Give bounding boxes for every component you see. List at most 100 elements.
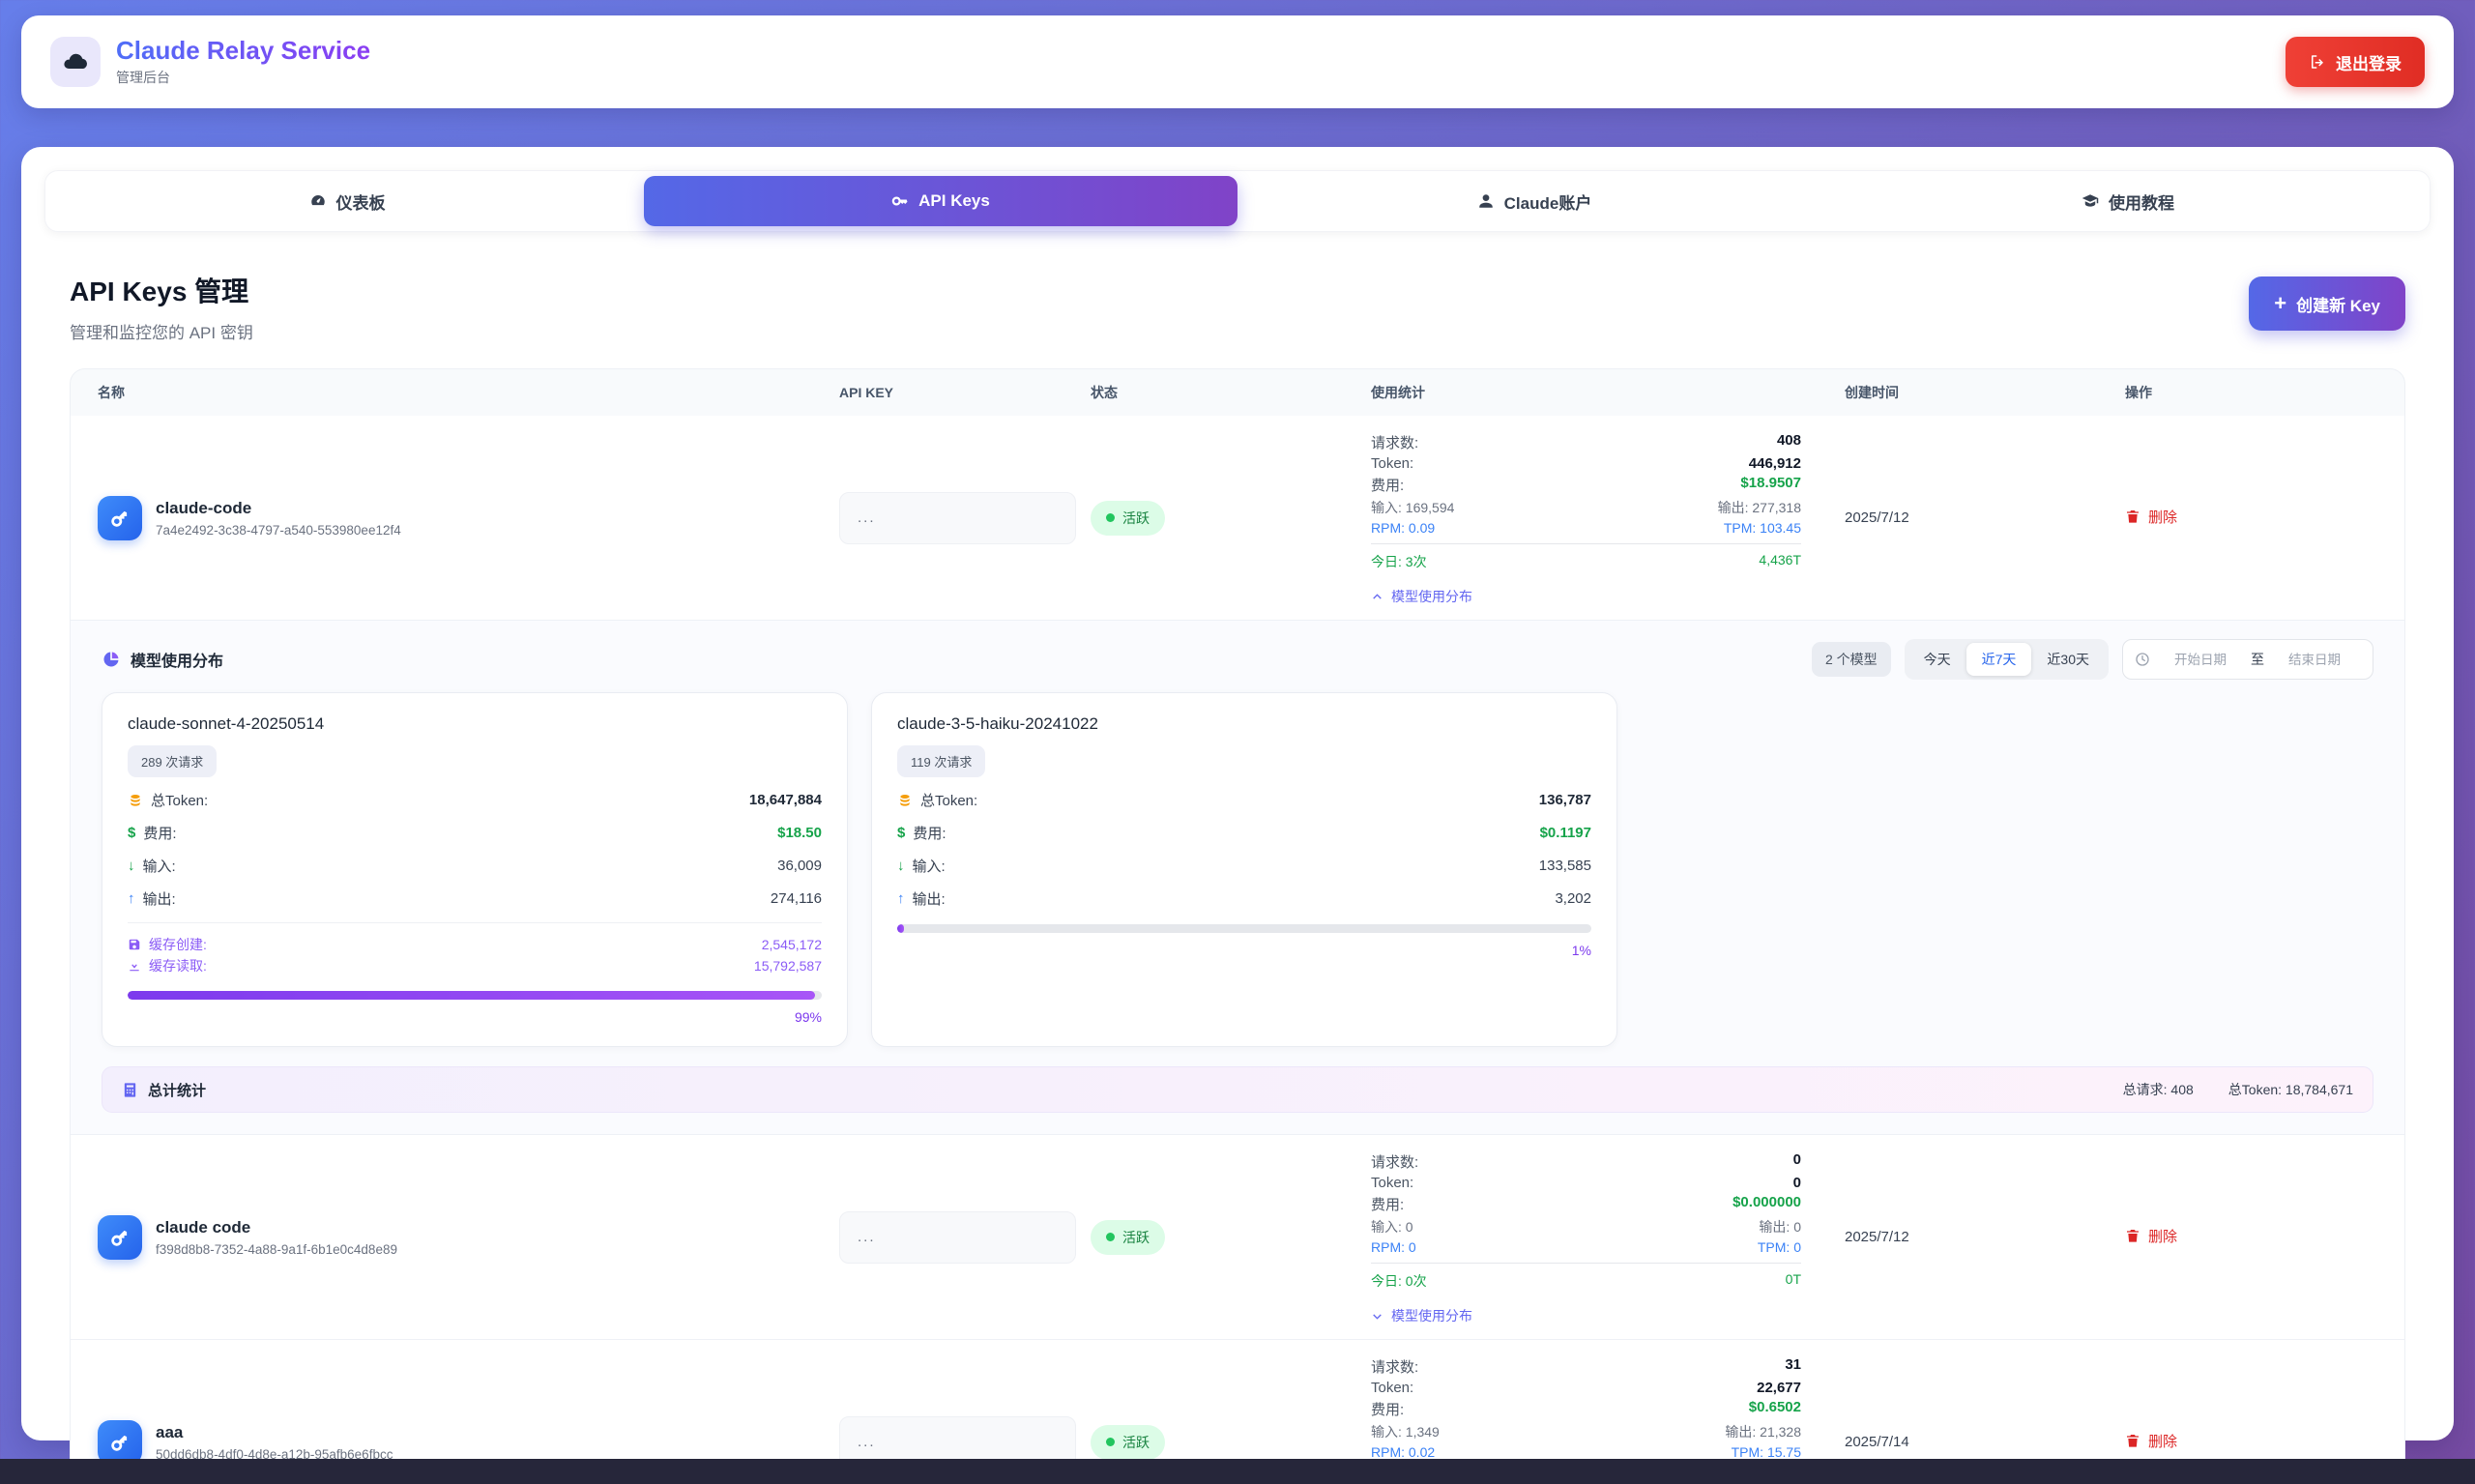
dashboard-icon <box>309 192 327 210</box>
table-header-row: 名称 API KEY 状态 使用统计 创建时间 操作 <box>71 369 2404 416</box>
status-label: 活跃 <box>1122 1228 1150 1247</box>
custom-date-range: 至 <box>2122 639 2373 680</box>
model-distribution-toggle[interactable]: 模型使用分布 <box>1371 587 1801 606</box>
table-row: claude code f398d8b8-7352-4a88-9a1f-6b1e… <box>71 1134 2404 1339</box>
status-dot <box>1106 1438 1115 1446</box>
key-name-block: claude code f398d8b8-7352-4a88-9a1f-6b1e… <box>156 1218 397 1257</box>
key-name: claude code <box>156 1218 397 1237</box>
download-icon <box>128 959 141 973</box>
stat-cost: 费用:$0.6502 <box>1371 1399 1801 1419</box>
cache-read-line: 缓存读取: 15,792,587 <box>128 956 822 975</box>
date-to-label: 至 <box>2251 650 2264 669</box>
stat-io: 输入: 169,594输出: 277,318 <box>1371 498 1801 517</box>
key-icon <box>891 192 909 210</box>
total-requests: 总请求: 408 <box>2123 1080 2194 1099</box>
page-subtitle: 管理和监控您的 API 密钥 <box>70 319 253 343</box>
status-badge: 活跃 <box>1091 501 1165 536</box>
start-date-input[interactable] <box>2154 653 2247 667</box>
stat-token: Token:0 <box>1371 1175 1801 1191</box>
logout-button[interactable]: 退出登录 <box>2286 37 2425 87</box>
delete-key-button[interactable]: 删除 <box>2125 507 2177 527</box>
date-range-segment: 今天 近7天 近30天 <box>1905 639 2109 680</box>
coins-icon <box>897 793 913 808</box>
total-tokens: 总Token: 18,784,671 <box>2228 1080 2353 1099</box>
key-avatar <box>98 496 142 540</box>
logout-label: 退出登录 <box>2336 50 2402 74</box>
col-created: 创建时间 <box>1845 383 2125 402</box>
down-arrow-icon: ↓ <box>128 858 135 874</box>
status-badge: 活跃 <box>1091 1220 1165 1255</box>
create-key-label: 创建新 Key <box>2296 292 2380 316</box>
actions-cell: 删除 <box>2125 507 2404 530</box>
distribution-controls: 2 个模型 今天 近7天 近30天 至 <box>1812 639 2373 680</box>
app-title-block: Claude Relay Service 管理后台 <box>116 37 370 87</box>
table-row: claude-code 7a4e2492-3c38-4797-a540-5539… <box>71 416 2404 620</box>
dollar-icon: $ <box>128 825 135 841</box>
usage-cell: 请求数:0 Token:0 费用:$0.000000 输入: 0输出: 0 RP… <box>1371 1149 1845 1325</box>
key-name-cell: aaa 50dd6db8-4df0-4d8e-a12b-95afb6e6fbcc <box>71 1420 839 1465</box>
model-count-badge: 2 个模型 <box>1812 642 1891 677</box>
model-distribution-toggle[interactable]: 模型使用分布 <box>1371 1306 1801 1325</box>
coins-icon <box>128 793 143 808</box>
end-date-input[interactable] <box>2268 653 2361 667</box>
key-name: aaa <box>156 1423 393 1442</box>
usage-progress-bar <box>897 924 1591 933</box>
model-cards: claude-sonnet-4-20250514 289 次请求 总Token:… <box>102 692 2373 1047</box>
tab-tutorial[interactable]: 使用教程 <box>1831 176 2425 226</box>
create-key-button[interactable]: + 创建新 Key <box>2249 276 2405 331</box>
api-key-masked-field[interactable]: ... <box>839 1211 1076 1264</box>
status-dot <box>1106 1233 1115 1241</box>
model-cost-line: $费用: $0.1197 <box>897 823 1591 843</box>
stat-cost: 费用:$18.9507 <box>1371 475 1801 495</box>
range-30d-button[interactable]: 近30天 <box>2031 643 2105 676</box>
pie-chart-icon <box>102 650 121 669</box>
col-actions: 操作 <box>2125 383 2404 402</box>
graduation-cap-icon <box>2082 192 2099 210</box>
model-name: claude-sonnet-4-20250514 <box>128 714 822 734</box>
tab-claude-account-label: Claude账户 <box>1504 189 1592 214</box>
tab-claude-account[interactable]: Claude账户 <box>1238 176 1831 226</box>
model-requests-badge: 289 次请求 <box>128 745 217 777</box>
stat-requests: 请求数:0 <box>1371 1151 1801 1172</box>
save-icon <box>128 938 141 951</box>
calculator-icon <box>122 1082 138 1098</box>
status-label: 活跃 <box>1122 509 1150 528</box>
app-header: Claude Relay Service 管理后台 退出登录 <box>21 15 2454 108</box>
model-input-line: ↓输入: 133,585 <box>897 856 1591 876</box>
delete-key-button[interactable]: 删除 <box>2125 1226 2177 1246</box>
key-name-block: aaa 50dd6db8-4df0-4d8e-a12b-95afb6e6fbcc <box>156 1423 393 1462</box>
model-output-line: ↑输出: 274,116 <box>128 888 822 909</box>
api-key-cell: ... <box>839 492 1091 544</box>
key-avatar <box>98 1420 142 1465</box>
page-title: API Keys 管理 <box>70 271 253 309</box>
api-keys-table: 名称 API KEY 状态 使用统计 创建时间 操作 claude-code 7… <box>70 368 2405 1484</box>
key-name-block: claude-code 7a4e2492-3c38-4797-a540-5539… <box>156 499 401 538</box>
app-title: Claude Relay Service <box>116 37 370 66</box>
col-name: 名称 <box>71 383 839 402</box>
range-today-button[interactable]: 今天 <box>1908 643 1966 676</box>
col-status: 状态 <box>1091 383 1371 402</box>
tab-dashboard[interactable]: 仪表板 <box>50 176 644 226</box>
totals-label: 总计统计 <box>148 1080 206 1100</box>
usage-progress-bar <box>128 991 822 1000</box>
key-icon <box>104 503 134 533</box>
tab-api-keys[interactable]: API Keys <box>644 176 1238 226</box>
cache-stats: 缓存创建: 2,545,172 缓存读取: 15,792,587 <box>128 922 822 975</box>
actions-cell: 删除 <box>2125 1431 2404 1454</box>
stat-today: 今日: 3次4,436T <box>1371 543 1801 571</box>
nav-tab-bar: 仪表板 API Keys Claude账户 使用教程 <box>44 170 2431 232</box>
plus-icon: + <box>2274 293 2286 314</box>
status-cell: 活跃 <box>1091 1425 1371 1460</box>
up-arrow-icon: ↑ <box>897 890 905 907</box>
col-usage: 使用统计 <box>1371 383 1845 402</box>
dollar-icon: $ <box>897 825 905 841</box>
stat-today: 今日: 0次0T <box>1371 1263 1801 1291</box>
range-7d-button[interactable]: 近7天 <box>1966 643 2032 676</box>
logout-icon <box>2309 53 2326 71</box>
up-arrow-icon: ↑ <box>128 890 135 907</box>
model-output-line: ↑输出: 3,202 <box>897 888 1591 909</box>
key-name: claude-code <box>156 499 401 518</box>
delete-key-button[interactable]: 删除 <box>2125 1431 2177 1451</box>
api-key-masked-field[interactable]: ... <box>839 492 1076 544</box>
down-arrow-icon: ↓ <box>897 858 905 874</box>
